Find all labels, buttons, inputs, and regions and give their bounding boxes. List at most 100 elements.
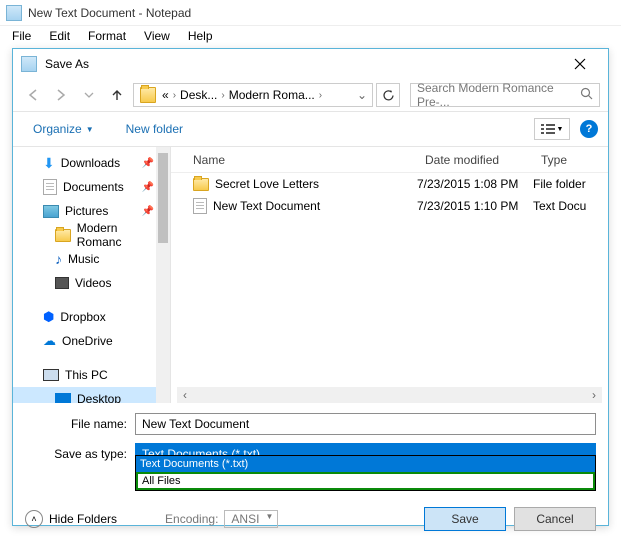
tree-item-label: Videos [75, 276, 111, 290]
view-icon [541, 123, 555, 135]
tree-item[interactable]: Modern Romanc [13, 223, 170, 247]
dialog-titlebar[interactable]: Save As [13, 49, 608, 79]
tree-item-label: Modern Romanc [77, 221, 164, 249]
tree-item-label: Pictures [65, 204, 108, 218]
chevron-right-icon: › [219, 90, 226, 101]
encoding-combo[interactable]: ANSI▼ [224, 510, 278, 528]
menu-help[interactable]: Help [180, 27, 221, 45]
file-name: Secret Love Letters [215, 177, 319, 191]
chevron-down-icon [84, 92, 94, 98]
tree-scrollbar[interactable] [156, 147, 170, 403]
crumb-desktop[interactable]: Desk... [178, 88, 219, 102]
tree-item[interactable]: ☁ OneDrive [13, 329, 170, 353]
tree-item-label: OneDrive [62, 334, 113, 348]
file-name: New Text Document [213, 199, 320, 213]
nav-tree: ⬇Downloads📌 Documents 📌 Pictures 📌 Modern Rom… [13, 147, 171, 403]
tree-item-label: Documents [63, 180, 124, 194]
pin-icon: 📌 [142, 206, 154, 217]
col-date[interactable]: Date modified [417, 153, 533, 167]
filename-label: File name: [25, 417, 135, 431]
document-icon [193, 198, 207, 214]
file-type: Text Docu [533, 199, 608, 213]
menu-format[interactable]: Format [80, 27, 134, 45]
file-row[interactable]: Secret Love Letters7/23/2015 1:08 PMFile… [171, 173, 608, 195]
folder-icon [55, 229, 71, 242]
nav-row: « › Desk... › Modern Roma... › ⌄ Search … [13, 79, 608, 111]
search-input[interactable]: Search Modern Romance Pre-... [410, 83, 600, 107]
app-title: New Text Document - Notepad [28, 6, 191, 20]
forward-button[interactable] [49, 83, 73, 107]
menu-file[interactable]: File [4, 27, 39, 45]
recent-button[interactable] [77, 83, 101, 107]
tree-item[interactable]: ⬢ Dropbox [13, 305, 170, 329]
encoding-label: Encoding: [165, 512, 218, 526]
new-folder-button[interactable]: New folder [116, 118, 193, 140]
crumb-overflow[interactable]: « [160, 88, 171, 102]
close-icon [574, 58, 586, 70]
scroll-right-icon[interactable]: › [586, 387, 602, 403]
music-icon: ♪ [55, 251, 62, 267]
saveas-dropdown[interactable]: Text Documents (*.txt)All Files [135, 455, 596, 491]
pin-icon: 📌 [142, 182, 154, 193]
dropdown-option[interactable]: Text Documents (*.txt) [136, 456, 595, 472]
col-type[interactable]: Type [533, 153, 608, 167]
dialog-title: Save As [45, 57, 89, 71]
folder-icon [140, 87, 156, 103]
scroll-left-icon[interactable]: ‹ [177, 387, 193, 403]
file-row[interactable]: New Text Document 7/23/2015 1:10 PMText D… [171, 195, 608, 217]
tree-item[interactable]: ♪Music [13, 247, 170, 271]
pin-icon: 📌 [142, 158, 154, 169]
refresh-button[interactable] [376, 83, 400, 107]
tree-item[interactable]: Pictures 📌 [13, 199, 170, 223]
view-button[interactable]: ▼ [534, 118, 570, 140]
dropdown-option[interactable]: All Files [136, 472, 595, 490]
download-icon: ⬇ [43, 155, 55, 172]
desktop-icon [55, 393, 71, 403]
picture-icon [43, 205, 59, 218]
chevron-down-icon: ▼ [86, 125, 94, 134]
crumb-folder[interactable]: Modern Roma... [227, 88, 317, 102]
save-button[interactable]: Save [424, 507, 506, 531]
dialog-icon [21, 56, 37, 72]
tree-item[interactable]: ⬇Downloads📌 [13, 151, 170, 175]
chevron-up-icon: ˄ [25, 510, 43, 528]
tree-item-label: Dropbox [60, 310, 105, 324]
chevron-down-icon: ▼ [557, 126, 564, 133]
form-area: File name: Save as type: Text Documents … [13, 403, 608, 467]
tree-item-label: Desktop [77, 392, 121, 403]
scrollbar-thumb[interactable] [158, 153, 168, 243]
refresh-icon [382, 89, 395, 102]
document-icon [43, 179, 57, 195]
horizontal-scrollbar[interactable]: ‹ › [177, 387, 602, 403]
menubar: File Edit Format View Help [0, 26, 621, 46]
chevron-right-icon: › [317, 90, 324, 101]
close-button[interactable] [560, 50, 600, 78]
folder-icon [193, 178, 209, 191]
file-pane: Name Date modified Type Secret Love Lett… [171, 147, 608, 403]
menu-edit[interactable]: Edit [41, 27, 78, 45]
video-icon [55, 277, 69, 289]
save-as-dialog: Save As « › Desk... › Modern Roma... › ⌄… [12, 48, 609, 526]
cancel-button[interactable]: Cancel [514, 507, 596, 531]
help-button[interactable]: ? [580, 120, 598, 138]
menu-view[interactable]: View [136, 27, 178, 45]
onedrive-icon: ☁ [43, 333, 56, 349]
tree-item[interactable]: Desktop [13, 387, 170, 403]
toolbar: Organize ▼ New folder ▼ ? [13, 111, 608, 147]
app-titlebar: New Text Document - Notepad [0, 0, 621, 26]
organize-button[interactable]: Organize ▼ [23, 118, 104, 140]
address-bar[interactable]: « › Desk... › Modern Roma... › ⌄ [133, 83, 373, 107]
tree-item[interactable]: Videos [13, 271, 170, 295]
file-date: 7/23/2015 1:10 PM [417, 199, 533, 213]
address-dropdown[interactable]: ⌄ [354, 88, 370, 102]
search-icon [580, 87, 593, 103]
tree-item[interactable]: Documents 📌 [13, 175, 170, 199]
dropbox-icon: ⬢ [43, 309, 54, 325]
filename-input[interactable] [135, 413, 596, 435]
back-button[interactable] [21, 83, 45, 107]
hide-folders-button[interactable]: ˄ Hide Folders [25, 510, 117, 528]
up-button[interactable] [105, 83, 129, 107]
col-name[interactable]: Name [171, 153, 417, 167]
tree-item[interactable]: This PC [13, 363, 170, 387]
file-header: Name Date modified Type [171, 147, 608, 173]
